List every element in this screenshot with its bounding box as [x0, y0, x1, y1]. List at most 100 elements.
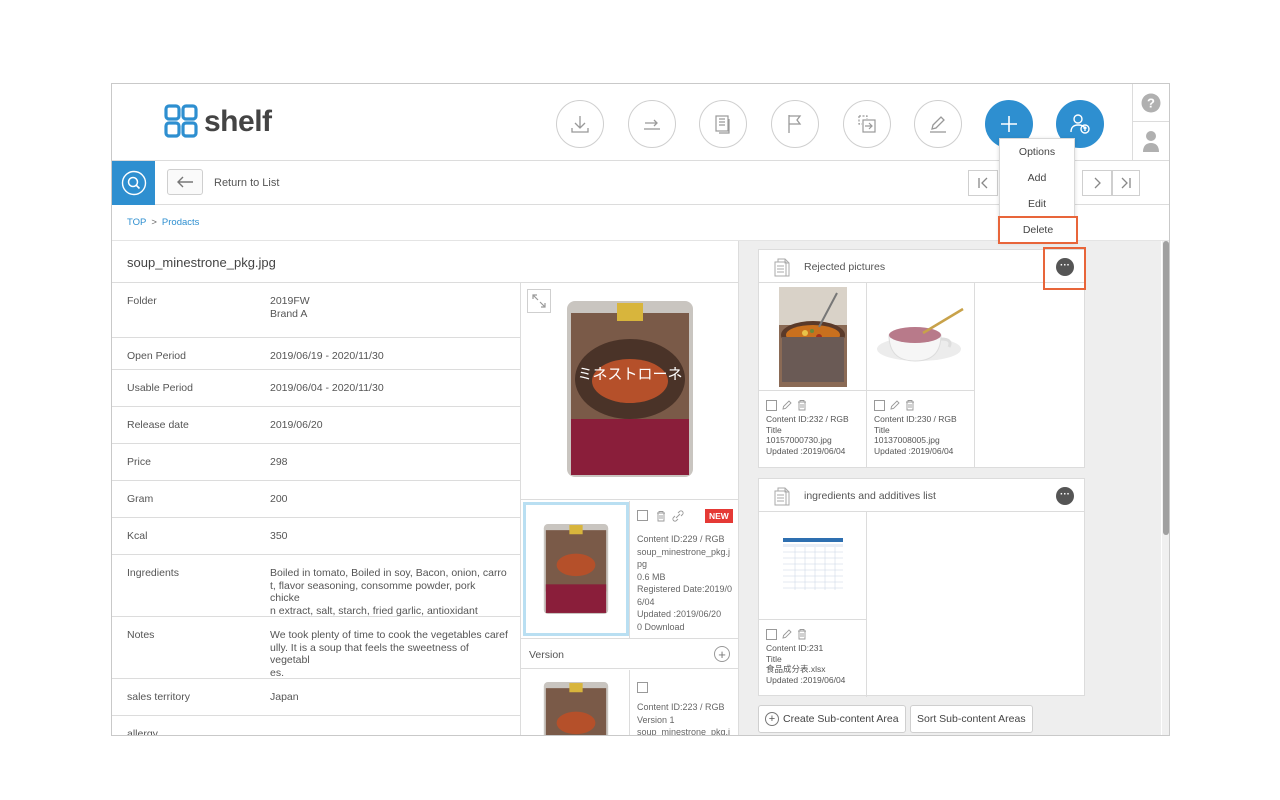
- new-badge: NEW: [705, 509, 733, 523]
- pencil-icon[interactable]: [889, 399, 901, 411]
- card-meta: Content ID:232 / RGB Title 10157000730.j…: [766, 414, 849, 456]
- sub-content-area: Rejected pictures ··· Content ID:232 / R…: [738, 241, 1161, 735]
- logo-mark-icon: [164, 104, 198, 138]
- property-key: Notes: [127, 629, 155, 641]
- breadcrumb-products[interactable]: Prodacts: [162, 217, 200, 228]
- trash-icon[interactable]: [796, 399, 808, 411]
- search-button[interactable]: [112, 161, 155, 205]
- trash-icon[interactable]: [655, 510, 667, 522]
- property-row-usable-period: Usable Period 2019/06/04 - 2020/11/30: [112, 370, 520, 407]
- card-actions: [759, 391, 866, 411]
- property-key: Price: [127, 456, 151, 468]
- card-actions: [867, 391, 974, 411]
- create-sub-content-area-button[interactable]: + Create Sub-content Area: [758, 705, 906, 733]
- info-line: 6/04: [637, 596, 655, 607]
- arrow-left-icon: [177, 176, 193, 188]
- section-header: Rejected pictures ···: [759, 247, 1086, 290]
- plus-circle-icon: +: [765, 712, 779, 726]
- first-page-button[interactable]: [968, 170, 998, 196]
- share-button[interactable]: [628, 100, 676, 148]
- property-value: 2019FW Brand A: [270, 295, 310, 320]
- section-title: ingredients and additives list: [804, 490, 936, 502]
- trash-icon[interactable]: [904, 399, 916, 411]
- column-divider: [629, 670, 630, 735]
- property-key: allergy: [127, 728, 158, 736]
- back-button[interactable]: [167, 169, 203, 195]
- breadcrumb-top[interactable]: TOP: [127, 217, 146, 228]
- search-icon: [121, 170, 146, 196]
- download-button[interactable]: [556, 100, 604, 148]
- move-button[interactable]: [843, 100, 891, 148]
- property-key: Release date: [127, 419, 189, 431]
- property-row-release-date: Release date 2019/06/20: [112, 407, 520, 444]
- menu-item-add[interactable]: Add: [1000, 165, 1074, 191]
- sort-sub-content-areas-button[interactable]: Sort Sub-content Areas: [910, 705, 1033, 733]
- shelf-logo[interactable]: shelf: [164, 104, 272, 140]
- pencil-icon[interactable]: [781, 628, 793, 640]
- content-card: Content ID:232 / RGB Title 10157000730.j…: [759, 283, 867, 468]
- next-page-button[interactable]: [1082, 170, 1112, 196]
- property-row-kcal: Kcal 350: [112, 518, 520, 555]
- property-row-ingredients: Ingredients Boiled in tomato, Boiled in …: [112, 555, 520, 617]
- select-checkbox[interactable]: [874, 399, 885, 411]
- first-page-icon: [978, 177, 988, 189]
- card-meta: Content ID:230 / RGB Title 10137008005.j…: [874, 414, 957, 456]
- card-image-box[interactable]: [867, 283, 974, 391]
- info-line: Content ID:229 / RGB: [637, 534, 725, 544]
- sub-content-icon: [774, 487, 790, 506]
- sub-content-icon: [774, 258, 790, 277]
- sort-sub-label: Sort Sub-content Areas: [917, 713, 1026, 725]
- account-button[interactable]: [1133, 122, 1169, 160]
- property-value: 2019/06/19 - 2020/11/30: [270, 350, 384, 362]
- section-more-button[interactable]: ···: [1056, 487, 1074, 505]
- breadcrumb-separator: >: [151, 217, 157, 228]
- document-icon: [715, 115, 730, 134]
- info-line: Version 1: [637, 714, 675, 725]
- expand-button[interactable]: [527, 289, 551, 313]
- link-icon[interactable]: [672, 510, 684, 522]
- property-value: 298: [270, 456, 288, 468]
- scrollbar-thumb[interactable]: [1163, 241, 1169, 535]
- property-key: Usable Period: [127, 382, 193, 394]
- document-button[interactable]: [699, 100, 747, 148]
- pencil-icon[interactable]: [781, 399, 793, 411]
- help-icon: ?: [1141, 93, 1161, 112]
- property-row-gram: Gram 200: [112, 481, 520, 518]
- property-key: sales territory: [127, 691, 191, 703]
- select-checkbox[interactable]: [637, 682, 648, 694]
- last-page-icon: [1121, 177, 1131, 189]
- version-info: Content ID:223 / RGB Version 1 soup_mine…: [637, 701, 730, 735]
- content-card: Content ID:231 Title 食品成分表.xlsx Updated …: [759, 512, 867, 697]
- version-actions: [637, 681, 652, 694]
- more-button-highlight: [1043, 247, 1086, 290]
- product-package-image: ミネストローネ: [567, 301, 693, 477]
- flag-button[interactable]: [771, 100, 819, 148]
- add-version-button[interactable]: +: [714, 646, 730, 662]
- info-line: Content ID:223 / RGB: [637, 702, 725, 712]
- menu-item-options[interactable]: Options: [1000, 139, 1074, 165]
- select-checkbox[interactable]: [766, 399, 777, 411]
- card-image-box[interactable]: [759, 512, 866, 620]
- version-thumbnail-image[interactable]: [541, 681, 611, 736]
- return-to-list-link[interactable]: Return to List: [214, 177, 279, 189]
- property-key: Gram: [127, 493, 154, 505]
- select-checkbox[interactable]: [766, 628, 777, 640]
- menu-item-edit[interactable]: Edit: [1000, 191, 1074, 217]
- version-header: Version +: [521, 638, 738, 669]
- property-row-sales-territory: sales territory Japan: [112, 679, 520, 716]
- current-version-thumbnail[interactable]: [523, 502, 629, 636]
- help-button[interactable]: ?: [1133, 84, 1169, 122]
- card-image-box[interactable]: [759, 283, 866, 391]
- property-row-price: Price 298: [112, 444, 520, 481]
- expand-icon: [532, 294, 546, 308]
- trash-icon[interactable]: [796, 628, 808, 640]
- info-line: Updated :2019/06/20: [637, 609, 722, 619]
- property-value: We took plenty of time to cook the veget…: [270, 629, 508, 679]
- plus-icon: [1001, 116, 1017, 132]
- select-checkbox[interactable]: [637, 510, 648, 522]
- side-icon-column: ?: [1132, 84, 1169, 161]
- last-page-button[interactable]: [1112, 170, 1140, 196]
- section-ingredients-list: ingredients and additives list ··· Conte…: [758, 478, 1085, 697]
- edit-button[interactable]: [914, 100, 962, 148]
- menu-item-delete[interactable]: Delete: [998, 216, 1078, 244]
